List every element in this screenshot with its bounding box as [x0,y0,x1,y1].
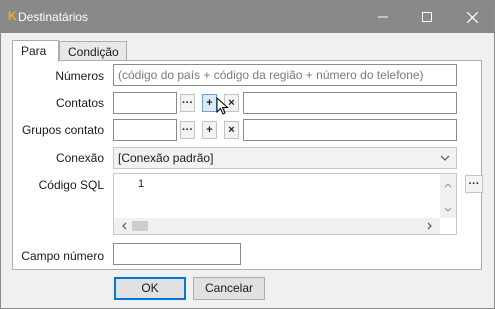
mouse-pointer-icon [216,97,229,115]
remove-x-icon: × [228,124,235,136]
conexao-select[interactable]: [Conexão padrão] [113,147,457,169]
minimize-icon [378,16,388,18]
minimize-button[interactable] [361,1,405,33]
grupos-add-button[interactable]: + [202,121,217,139]
contatos-display[interactable] [243,92,457,114]
ok-button[interactable]: OK [114,277,186,300]
sql-label: Código SQL [38,178,104,192]
contatos-label: Contatos [55,96,104,110]
grupos-label: Grupos contato [21,123,104,137]
maximize-button[interactable] [405,1,449,33]
sql-horizontal-scrollbar[interactable] [114,218,440,234]
scroll-thumb[interactable] [132,221,148,231]
chevron-down-icon [440,148,450,174]
campo-numero-label: Campo número [21,249,104,263]
contatos-input[interactable] [113,92,177,114]
conexao-value: [Conexão padrão] [118,151,214,165]
scroll-left-icon [122,222,127,230]
close-button[interactable] [450,1,494,33]
plus-icon: + [206,124,213,136]
grupos-input[interactable] [113,119,177,141]
numeros-label: Números [55,69,104,83]
scroll-right-icon [427,222,432,230]
sql-vertical-scrollbar[interactable] [440,174,456,218]
campo-numero-input[interactable] [113,243,241,265]
scroll-down-icon [444,207,452,212]
numeros-placeholder: (código do país + código da região + núm… [118,68,424,82]
plus-icon: + [206,97,213,109]
sql-editor-button[interactable]: ··· [465,175,483,193]
maximize-icon [422,12,432,22]
grupos-browse-button[interactable]: ··· [180,121,195,139]
app-k-icon: K [8,9,17,23]
contatos-add-button[interactable]: + [202,94,217,112]
scroll-up-icon [444,183,452,188]
conexao-label: Conexão [55,151,104,165]
close-icon [466,11,478,23]
sql-editor[interactable]: 1 [113,173,457,235]
tab-condicao[interactable]: Condição [59,41,127,61]
grupos-display[interactable] [243,119,457,141]
contatos-browse-button[interactable]: ··· [180,94,195,112]
grupos-remove-button[interactable]: × [224,121,239,139]
tab-para[interactable]: Para [12,40,59,62]
numeros-input[interactable]: (código do país + código da região + núm… [113,64,457,86]
window-title: Destinatários [18,10,89,24]
title-bar[interactable]: K Destinatários [1,1,494,33]
destinatarios-dialog: K Destinatários Para Condição Números (c… [0,0,495,309]
cancel-button[interactable]: Cancelar [193,277,265,300]
line-number: 1 [138,178,145,190]
